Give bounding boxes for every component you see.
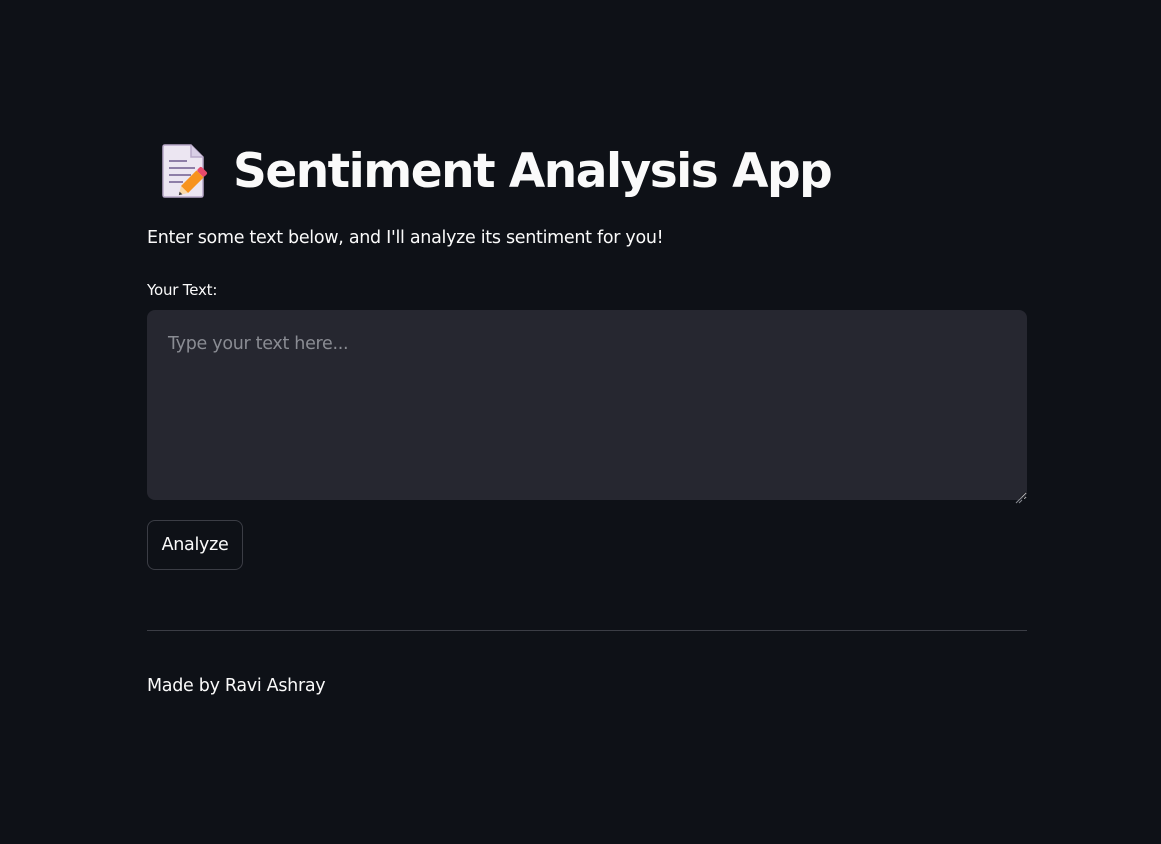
analyze-button[interactable]: Analyze	[147, 520, 243, 570]
resize-handle-icon[interactable]	[1015, 489, 1023, 504]
intro-text: Enter some text below, and I'll analyze …	[147, 228, 664, 248]
page-title: Sentiment Analysis App	[233, 143, 833, 199]
text-input[interactable]	[147, 310, 1027, 500]
footer-credit: Made by Ravi Ashray	[147, 676, 326, 696]
page-header: Sentiment Analysis App	[159, 140, 833, 202]
memo-icon	[159, 143, 209, 199]
text-input-label: Your Text:	[147, 281, 218, 299]
divider	[147, 630, 1027, 631]
